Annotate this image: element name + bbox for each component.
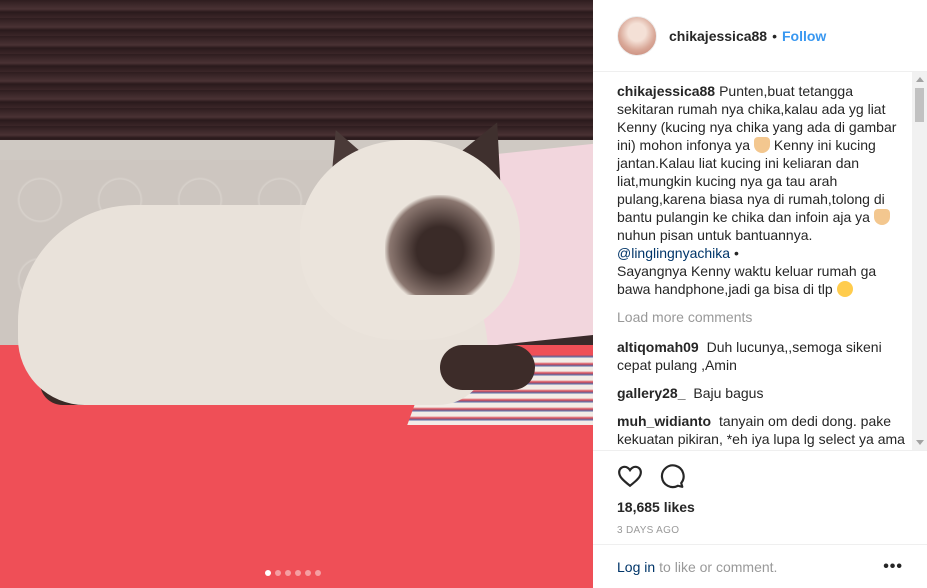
- cat-paw: [440, 345, 535, 390]
- carousel-dot: [305, 570, 311, 576]
- caption-mention-link[interactable]: @linglingnyachika: [617, 245, 730, 261]
- avatar[interactable]: [617, 15, 657, 56]
- carousel-dot: [295, 570, 301, 576]
- comments-scrollbar[interactable]: [912, 72, 927, 450]
- caption-username[interactable]: chikajessica88: [617, 83, 715, 99]
- scrollbar-thumb[interactable]: [915, 88, 924, 122]
- carousel-dot-active: [265, 570, 271, 576]
- comment-item: altiqomah09 Duh lucunya,,semoga sikeni c…: [617, 338, 907, 374]
- pray-emoji-icon: [753, 137, 770, 153]
- window-blinds: [0, 0, 593, 140]
- action-icons: [617, 461, 927, 491]
- more-options-icon[interactable]: •••: [883, 558, 903, 576]
- header-username[interactable]: chikajessica88: [669, 28, 767, 44]
- carousel-dot: [275, 570, 281, 576]
- footer-text: to like or comment.: [659, 558, 778, 575]
- post-actions: 18,685 likes 3 DAYS AGO: [593, 450, 927, 536]
- pray-emoji-icon: [873, 209, 890, 225]
- post-photo[interactable]: [0, 0, 593, 588]
- scroll-down-arrow-icon[interactable]: [916, 440, 924, 445]
- scroll-up-arrow-icon[interactable]: [916, 77, 924, 82]
- follow-button[interactable]: Follow: [782, 28, 826, 44]
- post-footer: Log in to like or comment. •••: [593, 544, 927, 588]
- comment-username[interactable]: muh_widianto: [617, 413, 711, 429]
- login-link[interactable]: Log in: [617, 559, 655, 575]
- comment-username[interactable]: gallery28_: [617, 385, 686, 401]
- post-side-panel: chikajessica88 • Follow chikajessica88 Pu…: [593, 0, 927, 588]
- carousel-dot: [315, 570, 321, 576]
- comment-item: muh_widianto tanyain om dedi dong. pake …: [617, 412, 907, 450]
- comment-icon[interactable]: [659, 463, 685, 489]
- caption: chikajessica88 Punten,buat tetangga sekit…: [617, 82, 907, 298]
- comment-text: Baju bagus: [693, 385, 764, 401]
- cat-face: [385, 195, 495, 295]
- post-header: chikajessica88 • Follow: [593, 0, 927, 72]
- carousel-indicator: [265, 570, 321, 576]
- caption-text-part-3: nuhun pisan untuk bantuannya.: [617, 227, 813, 243]
- header-separator: •: [772, 27, 777, 44]
- carousel-dot: [285, 570, 291, 576]
- caption-bullet: •: [733, 245, 739, 261]
- load-more-comments-button[interactable]: Load more comments: [617, 308, 917, 326]
- comment-item: gallery28_ Baju bagus: [617, 384, 907, 402]
- comment-username[interactable]: altiqomah09: [617, 339, 699, 355]
- sad-face-emoji-icon: [836, 281, 853, 297]
- post-timestamp[interactable]: 3 DAYS AGO: [617, 525, 927, 536]
- heart-icon[interactable]: [617, 463, 643, 489]
- comments-list[interactable]: chikajessica88 Punten,buat tetangga sekit…: [593, 72, 917, 450]
- likes-count[interactable]: 18,685 likes: [617, 499, 927, 515]
